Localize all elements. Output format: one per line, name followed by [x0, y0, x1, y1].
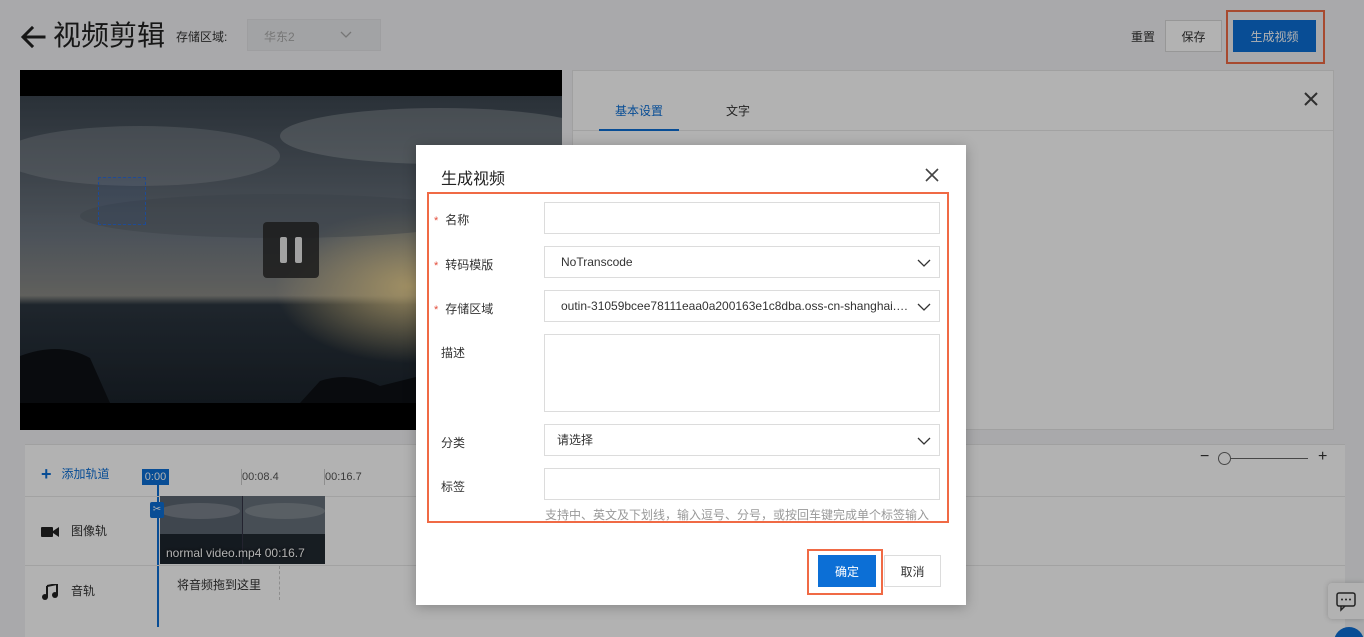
- description-label: 描述: [441, 346, 466, 360]
- tags-label: 标签: [441, 480, 466, 494]
- tags-hint: 支持中、英文及下划线，输入逗号、分号，或按回车键完成单个标签输入: [545, 508, 930, 522]
- storage-label: * 存储区域: [434, 302, 494, 316]
- chevron-down-icon: [917, 303, 931, 311]
- name-input[interactable]: [544, 202, 940, 234]
- category-select[interactable]: 请选择: [544, 424, 940, 456]
- dialog-title: 生成视频: [441, 171, 506, 188]
- name-label: * 名称: [434, 213, 470, 227]
- chevron-down-icon: [917, 437, 931, 445]
- required-mark: *: [434, 260, 439, 272]
- storage-select-value: outin-31059bcee78111eaa0a200163e1c8dba.o…: [561, 299, 911, 313]
- category-label: 分类: [441, 436, 466, 450]
- required-mark: *: [434, 215, 439, 227]
- tags-input[interactable]: [544, 468, 940, 500]
- category-select-value: 请选择: [557, 433, 594, 447]
- template-label: * 转码模版: [434, 258, 494, 272]
- chevron-down-icon: [917, 259, 931, 267]
- generate-video-dialog: 生成视频 * 名称 * 转码模版 NoTranscode * 存储区域 outin-3…: [416, 145, 966, 605]
- cancel-button[interactable]: 取消: [884, 555, 941, 587]
- close-icon[interactable]: [924, 167, 940, 183]
- template-select-value: NoTranscode: [561, 255, 633, 269]
- description-textarea[interactable]: [544, 334, 940, 412]
- required-mark: *: [434, 304, 439, 316]
- storage-select[interactable]: outin-31059bcee78111eaa0a200163e1c8dba.o…: [544, 290, 940, 322]
- confirm-button-highlight: [807, 549, 883, 595]
- template-select[interactable]: NoTranscode: [544, 246, 940, 278]
